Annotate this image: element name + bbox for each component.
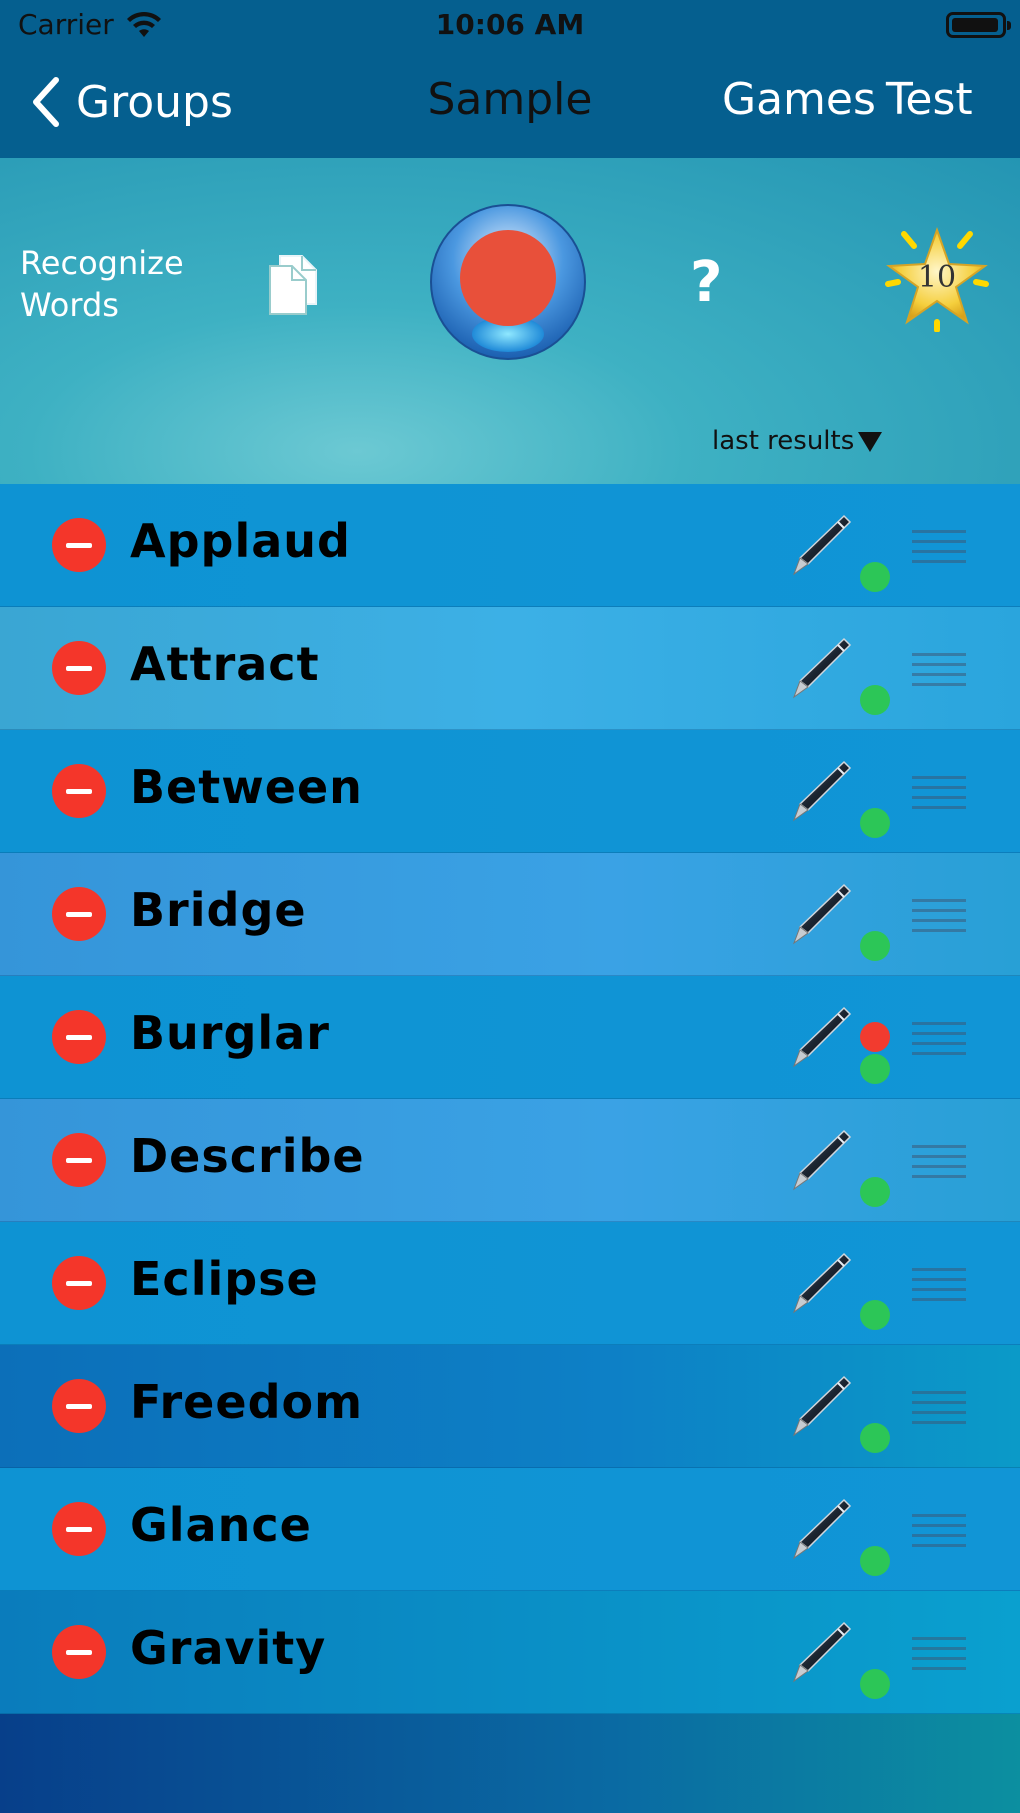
word-label: Describe (130, 1129, 365, 1183)
word-label: Glance (130, 1498, 312, 1552)
reorder-handle-icon[interactable] (912, 1022, 966, 1055)
navigation-bar: Groups Sample Games Test (0, 52, 1020, 158)
word-label: Burglar (130, 1006, 330, 1060)
delete-button[interactable] (52, 887, 106, 941)
word-row[interactable]: Eclipse (0, 1222, 1020, 1345)
list-footer-background (0, 1714, 1020, 1813)
result-correct-dot (860, 562, 890, 592)
result-correct-dot (860, 931, 890, 961)
result-correct-dot (860, 1054, 890, 1084)
word-row[interactable]: Glance (0, 1468, 1020, 1591)
result-correct-dot (860, 685, 890, 715)
pen-icon[interactable] (788, 881, 854, 947)
top-bar: Carrier 10:06 AM Groups Sample Games Tes… (0, 0, 1020, 158)
status-bar: Carrier 10:06 AM (0, 0, 1020, 52)
pen-icon[interactable] (788, 1127, 854, 1193)
word-row[interactable]: Gravity (0, 1591, 1020, 1714)
last-results-label: last results (712, 426, 855, 456)
result-correct-dot (860, 1669, 890, 1699)
recognize-label-line2: Words (20, 286, 119, 324)
word-label: Bridge (130, 883, 307, 937)
delete-button[interactable] (52, 1625, 106, 1679)
word-label: Between (130, 760, 363, 814)
reorder-handle-icon[interactable] (912, 1391, 966, 1424)
battery-icon (946, 12, 1011, 38)
word-row[interactable]: Applaud (0, 484, 1020, 607)
pen-icon[interactable] (788, 1004, 854, 1070)
word-row[interactable]: Freedom (0, 1345, 1020, 1468)
games-button[interactable]: Games (722, 74, 876, 125)
result-correct-dot (860, 1423, 890, 1453)
status-time: 10:06 AM (435, 8, 585, 41)
result-correct-dot (860, 1177, 890, 1207)
help-button[interactable]: ? (690, 250, 722, 315)
back-button[interactable]: Groups (28, 72, 233, 132)
result-correct-dot (860, 1300, 890, 1330)
word-list: Applaud Attract Between Bridge Burglar D… (0, 484, 1020, 1714)
recognize-label-line1: Recognize (20, 244, 184, 282)
result-wrong-dot (860, 1022, 890, 1052)
last-results-dropdown[interactable]: last results (712, 426, 883, 456)
word-row[interactable]: Burglar (0, 976, 1020, 1099)
delete-button[interactable] (52, 641, 106, 695)
word-row[interactable]: Bridge (0, 853, 1020, 976)
word-label: Gravity (130, 1621, 327, 1675)
reorder-handle-icon[interactable] (912, 1637, 966, 1670)
reorder-handle-icon[interactable] (912, 1145, 966, 1178)
reorder-handle-icon[interactable] (912, 1268, 966, 1301)
page-title: Sample (427, 74, 593, 125)
word-label: Attract (130, 637, 320, 691)
chevron-left-icon (33, 77, 59, 127)
result-correct-dot (860, 1546, 890, 1576)
reorder-handle-icon[interactable] (912, 1514, 966, 1547)
pen-icon[interactable] (788, 758, 854, 824)
delete-button[interactable] (52, 764, 106, 818)
word-row[interactable]: Attract (0, 607, 1020, 730)
delete-button[interactable] (52, 1010, 106, 1064)
reorder-handle-icon[interactable] (912, 776, 966, 809)
star-score-badge[interactable]: 10 (884, 226, 990, 333)
recognize-words-label: Recognize Words (20, 242, 220, 326)
record-button[interactable] (428, 202, 588, 362)
delete-button[interactable] (52, 1256, 106, 1310)
copy-icon[interactable] (266, 254, 320, 316)
control-panel: Recognize Words ? 10 last results (0, 158, 1020, 484)
word-label: Eclipse (130, 1252, 319, 1306)
delete-button[interactable] (52, 1133, 106, 1187)
reorder-handle-icon[interactable] (912, 653, 966, 686)
star-count: 10 (917, 260, 957, 295)
word-label: Freedom (130, 1375, 364, 1429)
back-button-label: Groups (76, 76, 233, 128)
pen-icon[interactable] (788, 1619, 854, 1685)
delete-button[interactable] (52, 1379, 106, 1433)
pen-icon[interactable] (788, 1496, 854, 1562)
reorder-handle-icon[interactable] (912, 899, 966, 932)
word-row[interactable]: Between (0, 730, 1020, 853)
delete-button[interactable] (52, 1502, 106, 1556)
delete-button[interactable] (52, 518, 106, 572)
pen-icon[interactable] (788, 512, 854, 578)
triangle-down-icon (858, 431, 883, 452)
result-correct-dot (860, 808, 890, 838)
pen-icon[interactable] (788, 1373, 854, 1439)
pen-icon[interactable] (788, 635, 854, 701)
test-button[interactable]: Test (886, 74, 973, 125)
word-row[interactable]: Describe (0, 1099, 1020, 1222)
pen-icon[interactable] (788, 1250, 854, 1316)
word-label: Applaud (130, 514, 351, 568)
reorder-handle-icon[interactable] (912, 530, 966, 563)
